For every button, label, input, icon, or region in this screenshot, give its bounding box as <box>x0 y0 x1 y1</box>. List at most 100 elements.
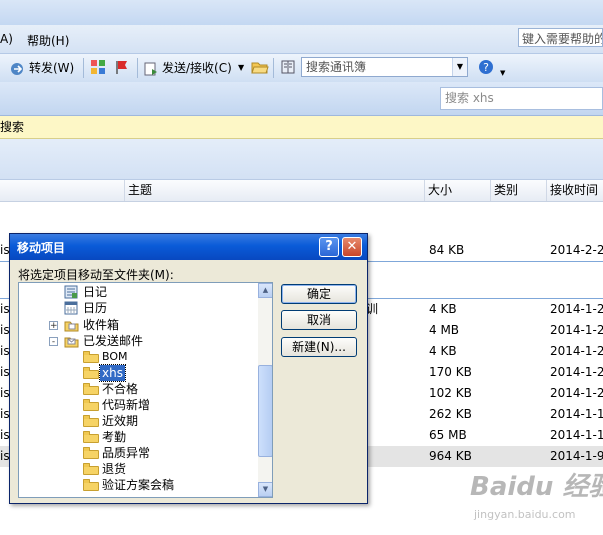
tree-item-folder[interactable]: 不合格 <box>19 381 257 397</box>
row-received: 2014-1-9 <box>550 449 603 463</box>
forward-button[interactable]: 转发(W) <box>10 59 74 77</box>
row-received: 2014-1-2 <box>550 323 603 337</box>
dialog-prompt: 将选定项目移动至文件夹(M): <box>18 268 174 282</box>
menu-item-actions[interactable]: A) <box>0 32 13 46</box>
toolbar: 转发(W) 发送/接收(C) ▼ 搜索通讯簿 ▼ ? ▼ <box>0 54 603 83</box>
tree-item-label: 验证方案会稿 <box>102 478 175 492</box>
folder-icon <box>83 383 99 395</box>
tree-item-folder[interactable]: 代码新增 <box>19 397 257 413</box>
column-category[interactable]: 类别 <box>490 180 546 201</box>
row-received: 2014-2-24 <box>550 243 603 257</box>
send-receive-icon <box>143 61 159 77</box>
collapse-icon[interactable]: - <box>49 337 58 347</box>
watermark-logo: Baidu 经验 <box>470 472 603 502</box>
row-received: 2014-1-2 <box>550 302 603 316</box>
folder-icon <box>83 399 99 411</box>
row-size: 65 MB <box>429 428 467 442</box>
folder-icon <box>83 479 99 491</box>
tree-item-label: 不合格 <box>102 382 139 396</box>
filter-band <box>0 139 603 180</box>
search-input[interactable]: 搜索 xhs <box>440 87 603 110</box>
open-folder-icon[interactable] <box>251 59 269 77</box>
scroll-down-icon[interactable]: ▼ <box>258 482 272 497</box>
row-size: 964 KB <box>429 449 472 463</box>
watermark-url: jingyan.baidu.com <box>474 508 576 521</box>
forward-label: 转发(W) <box>29 61 75 75</box>
address-book-search[interactable]: 搜索通讯簿 ▼ <box>301 57 468 77</box>
tree-item-sent-items[interactable]: - 已发送邮件 <box>19 333 257 349</box>
expand-icon[interactable]: + <box>49 321 58 331</box>
tree-item-label: BOM <box>102 350 128 363</box>
help-icon[interactable]: ? <box>478 59 494 77</box>
categorize-icon[interactable] <box>90 59 106 77</box>
tree-item-label: 近效期 <box>102 414 139 428</box>
menu-bar: A) 帮助(H) 键入需要帮助的 <box>0 25 603 54</box>
tree-item-label: 考勤 <box>102 430 127 444</box>
folder-icon <box>83 447 99 459</box>
move-items-dialog: 移动项目 ? ✕ 将选定项目移动至文件夹(M): 日记 日历 + 收件箱 - 已… <box>9 233 368 504</box>
row-received: 2014-1-2 <box>550 365 603 379</box>
folder-tree[interactable]: 日记 日历 + 收件箱 - 已发送邮件 BOM xhs 不合格 代码新增 近效期… <box>18 282 273 498</box>
close-icon[interactable]: ✕ <box>342 237 362 257</box>
help-icon[interactable]: ? <box>319 237 339 257</box>
tree-item-folder[interactable]: 验证方案会稿 <box>19 477 257 493</box>
row-size: 4 KB <box>429 344 457 358</box>
folder-icon <box>83 463 99 475</box>
tree-item-folder[interactable]: 品质异常 <box>19 445 257 461</box>
toolbar-separator <box>137 58 138 78</box>
column-size[interactable]: 大小 <box>424 180 491 201</box>
column-received[interactable]: 接收时间 <box>546 180 603 201</box>
flag-icon[interactable] <box>114 59 130 77</box>
tree-item-label: 已发送邮件 <box>83 334 144 348</box>
tree-item-folder[interactable]: 退货 <box>19 461 257 477</box>
tree-item-folder[interactable]: 近效期 <box>19 413 257 429</box>
row-size: 4 MB <box>429 323 460 337</box>
row-received: 2014-1-2 <box>550 386 603 400</box>
window-title-strip <box>0 0 603 25</box>
tree-item-folder[interactable]: xhs <box>19 364 257 382</box>
tree-item-label: 退货 <box>102 462 127 476</box>
info-bar: 搜索 <box>0 116 603 139</box>
tree-item-folder[interactable]: BOM <box>19 349 257 365</box>
folder-icon <box>83 431 99 443</box>
new-folder-button[interactable]: 新建(N)... <box>281 337 357 357</box>
scroll-thumb[interactable] <box>258 365 272 457</box>
row-size: 4 KB <box>429 302 457 316</box>
toolbar-options-icon[interactable]: ▼ <box>500 64 505 82</box>
row-received: 2014-1-1 <box>550 407 603 421</box>
dialog-title-bar[interactable]: 移动项目 ? ✕ <box>10 234 367 260</box>
tree-item-folder[interactable]: 考勤 <box>19 429 257 445</box>
tree-item-label: 日记 <box>83 285 108 299</box>
row-received: 2014-1-1 <box>550 428 603 442</box>
scroll-up-icon[interactable]: ▲ <box>258 283 272 298</box>
dialog-title: 移动项目 <box>17 241 66 255</box>
address-book-placeholder: 搜索通讯簿 <box>306 60 367 74</box>
info-bar-text: 搜索 <box>0 120 25 134</box>
cancel-button[interactable]: 取消 <box>281 310 357 330</box>
help-search-input[interactable]: 键入需要帮助的 <box>518 28 603 47</box>
row-size: 84 KB <box>429 243 465 257</box>
tree-item-journal[interactable]: 日记 <box>19 284 257 300</box>
row-size: 262 KB <box>429 407 472 421</box>
tree-item-calendar[interactable]: 日历 <box>19 300 257 316</box>
menu-item-help[interactable]: 帮助(H) <box>27 32 69 49</box>
folder-icon <box>83 415 99 427</box>
forward-icon <box>10 62 26 76</box>
address-book-icon[interactable] <box>280 59 296 77</box>
tree-item-inbox[interactable]: + 收件箱 <box>19 317 257 333</box>
toolbar-separator <box>273 58 274 78</box>
tree-scrollbar[interactable]: ▲ ▼ <box>258 283 272 497</box>
tree-item-label: 代码新增 <box>102 398 151 412</box>
column-header: 主题 大小 类别 接收时间 <box>0 180 603 202</box>
tree-item-label: 日历 <box>83 301 108 315</box>
folder-icon <box>83 367 99 379</box>
row-size: 170 KB <box>429 365 472 379</box>
send-receive-dropdown-icon[interactable]: ▼ <box>238 59 244 77</box>
ok-button[interactable]: 确定 <box>281 284 357 304</box>
column-subject[interactable]: 主题 <box>124 180 428 201</box>
chevron-down-icon[interactable]: ▼ <box>452 58 467 76</box>
toolbar-separator <box>83 58 84 78</box>
send-receive-button[interactable]: 发送/接收(C) <box>143 59 232 77</box>
tree-item-label: 收件箱 <box>83 318 120 332</box>
row-received: 2014-1-2 <box>550 344 603 358</box>
